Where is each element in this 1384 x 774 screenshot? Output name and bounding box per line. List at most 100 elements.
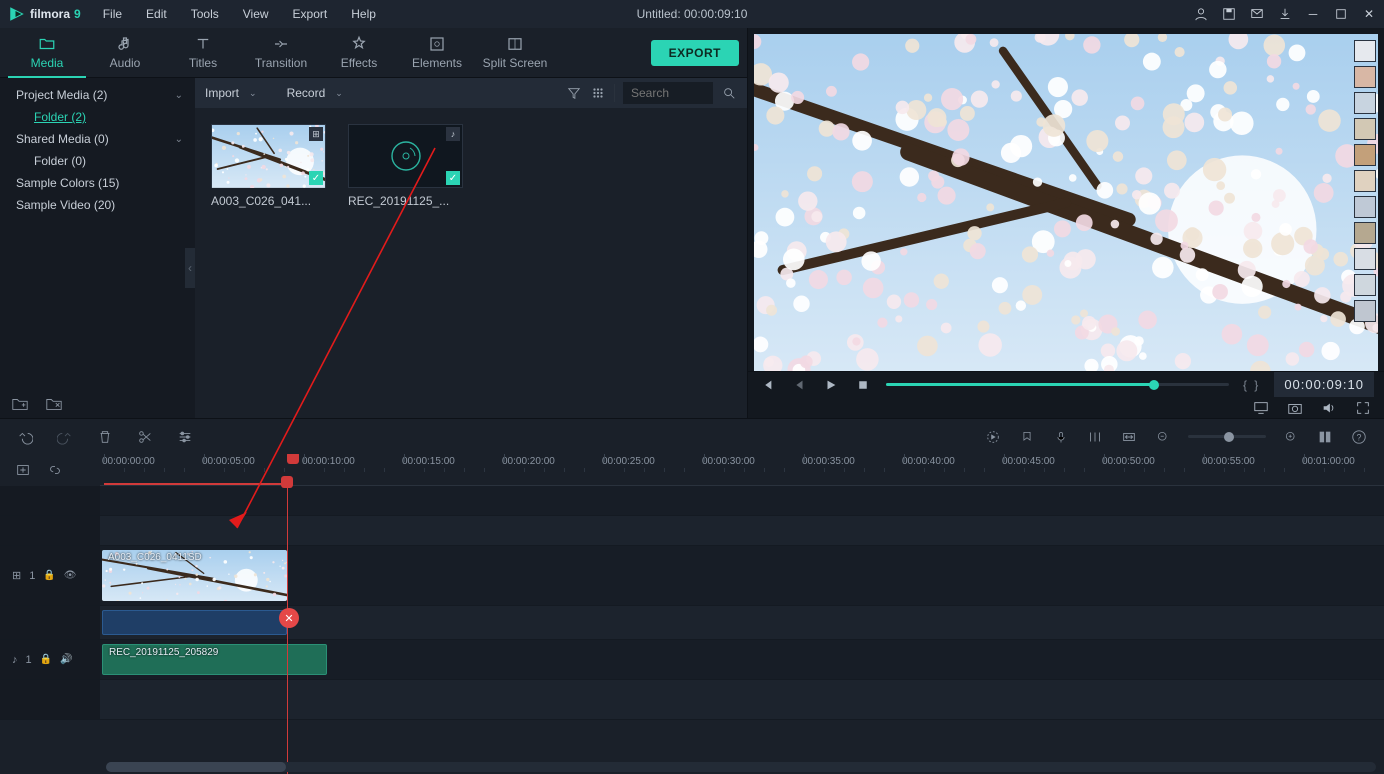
mark-brackets[interactable]: { }	[1243, 378, 1260, 392]
video-audio-clip[interactable]	[102, 610, 287, 635]
zoom-slider[interactable]	[1188, 435, 1266, 438]
track-index: 1	[26, 654, 32, 666]
mini-thumb[interactable]	[1354, 144, 1376, 166]
sidebar-item-project-media[interactable]: Project Media (2)⌄	[0, 84, 195, 106]
message-icon[interactable]	[1250, 7, 1264, 21]
grid-view-icon[interactable]	[590, 85, 606, 101]
media-thumbnail-audio[interactable]: ♪ ✓ REC_20191125_...	[348, 124, 463, 208]
clip-label: A003_C026_0411SD	[108, 552, 202, 563]
video-track-lane[interactable]: A003_C026_0411SD	[100, 546, 1384, 605]
cut-marker-icon[interactable]: ✕	[279, 608, 299, 628]
empty-track[interactable]	[100, 680, 1384, 719]
audio-mixer-icon[interactable]	[1086, 428, 1104, 446]
play-button[interactable]	[822, 376, 840, 394]
mini-thumb[interactable]	[1354, 300, 1376, 322]
browser-toolbar: Import⌄ Record⌄	[195, 78, 747, 108]
sidebar-item-sample-colors[interactable]: Sample Colors (15)	[0, 172, 195, 194]
snapshot-icon[interactable]	[1286, 399, 1304, 417]
split-button[interactable]	[136, 428, 154, 446]
sidebar-collapse-handle[interactable]: ‹	[185, 248, 195, 288]
tab-media[interactable]: Media	[8, 28, 86, 78]
search-input[interactable]	[623, 82, 713, 104]
menu-edit[interactable]: Edit	[136, 3, 177, 25]
menu-view[interactable]: View	[233, 3, 279, 25]
preview-monitor[interactable]	[754, 34, 1378, 371]
mini-thumb[interactable]	[1354, 222, 1376, 244]
fullscreen-icon[interactable]	[1354, 399, 1372, 417]
document-title: Untitled: 00:00:09:10	[637, 7, 748, 21]
tab-elements[interactable]: Elements	[398, 28, 476, 78]
audio-track-lane[interactable]: REC_20191125_205829	[100, 640, 1384, 679]
speaker-icon[interactable]: 🔊	[60, 654, 72, 665]
mini-thumb[interactable]	[1354, 92, 1376, 114]
tab-audio[interactable]: Audio	[86, 28, 164, 78]
delete-folder-icon[interactable]	[44, 394, 64, 414]
sidebar-item-sample-video[interactable]: Sample Video (20)	[0, 194, 195, 216]
filter-icon[interactable]	[566, 85, 582, 101]
prev-frame-button[interactable]	[758, 376, 776, 394]
tab-effects[interactable]: Effects	[320, 28, 398, 78]
audio-track-head[interactable]: ♪ 1 🔒 🔊	[0, 640, 100, 679]
record-dropdown[interactable]: Record⌄	[287, 86, 343, 100]
close-button[interactable]: ✕	[1362, 7, 1376, 21]
empty-track[interactable]	[100, 516, 1384, 545]
empty-track[interactable]	[100, 486, 1384, 515]
maximize-button[interactable]	[1334, 7, 1348, 21]
mini-thumb[interactable]	[1354, 40, 1376, 62]
sidebar-item-shared-media[interactable]: Shared Media (0)⌄	[0, 128, 195, 150]
volume-icon[interactable]	[1320, 399, 1338, 417]
video-clip[interactable]: A003_C026_0411SD	[102, 550, 287, 601]
mini-thumb[interactable]	[1354, 66, 1376, 88]
timeline-ruler[interactable]: 00:00:00:0000:00:05:0000:00:10:0000:00:1…	[100, 454, 1384, 486]
fit-icon[interactable]	[1120, 428, 1138, 446]
play-backward-button[interactable]	[790, 376, 808, 394]
progress-bar[interactable]	[886, 383, 1229, 386]
undo-button[interactable]	[16, 428, 34, 446]
audio-badge-icon: ♪	[446, 127, 460, 141]
zoom-out-icon[interactable]	[1154, 428, 1172, 446]
export-button[interactable]: EXPORT	[651, 40, 739, 66]
mini-thumb[interactable]	[1354, 196, 1376, 218]
tab-split-screen[interactable]: Split Screen	[476, 28, 554, 78]
lock-icon[interactable]: 🔒	[43, 570, 55, 581]
sidebar-item-folder-active[interactable]: Folder (2)	[0, 106, 195, 128]
marker-icon[interactable]	[1018, 428, 1036, 446]
import-dropdown[interactable]: Import⌄	[205, 86, 257, 100]
video-track-head[interactable]: ⊞ 1 🔒 👁	[0, 546, 100, 605]
lock-icon[interactable]: 🔒	[40, 654, 52, 665]
media-thumbnail-video[interactable]: ⊞ ✓ A003_C026_041...	[211, 124, 326, 208]
sidebar-item-folder[interactable]: Folder (0)	[0, 150, 195, 172]
mini-thumb[interactable]	[1354, 170, 1376, 192]
account-icon[interactable]	[1194, 7, 1208, 21]
redo-button[interactable]	[56, 428, 74, 446]
help-icon[interactable]: ?	[1350, 428, 1368, 446]
eye-icon[interactable]: 👁	[64, 570, 77, 581]
delete-button[interactable]	[96, 428, 114, 446]
scrollbar-thumb[interactable]	[106, 762, 286, 772]
tab-transition[interactable]: Transition	[242, 28, 320, 78]
menu-file[interactable]: File	[93, 3, 132, 25]
adjust-button[interactable]	[176, 428, 194, 446]
minimize-button[interactable]: ─	[1306, 7, 1320, 21]
link-icon[interactable]	[46, 461, 64, 479]
timeline-scrollbar[interactable]	[106, 762, 1376, 772]
menu-tools[interactable]: Tools	[181, 3, 229, 25]
menu-export[interactable]: Export	[283, 3, 338, 25]
render-preview-icon[interactable]	[984, 428, 1002, 446]
tab-titles[interactable]: Titles	[164, 28, 242, 78]
save-icon[interactable]	[1222, 7, 1236, 21]
download-icon[interactable]	[1278, 7, 1292, 21]
stop-button[interactable]	[854, 376, 872, 394]
search-icon[interactable]	[721, 85, 737, 101]
audio-clip[interactable]: REC_20191125_205829	[102, 644, 327, 675]
screenshot-to-pc-icon[interactable]	[1252, 399, 1270, 417]
mini-thumb[interactable]	[1354, 274, 1376, 296]
add-track-icon[interactable]	[14, 461, 32, 479]
new-folder-icon[interactable]	[10, 394, 30, 414]
menu-help[interactable]: Help	[341, 3, 386, 25]
mini-thumb[interactable]	[1354, 118, 1376, 140]
voiceover-icon[interactable]	[1052, 428, 1070, 446]
manage-tracks-icon[interactable]	[1316, 428, 1334, 446]
mini-thumb[interactable]	[1354, 248, 1376, 270]
zoom-in-icon[interactable]	[1282, 428, 1300, 446]
